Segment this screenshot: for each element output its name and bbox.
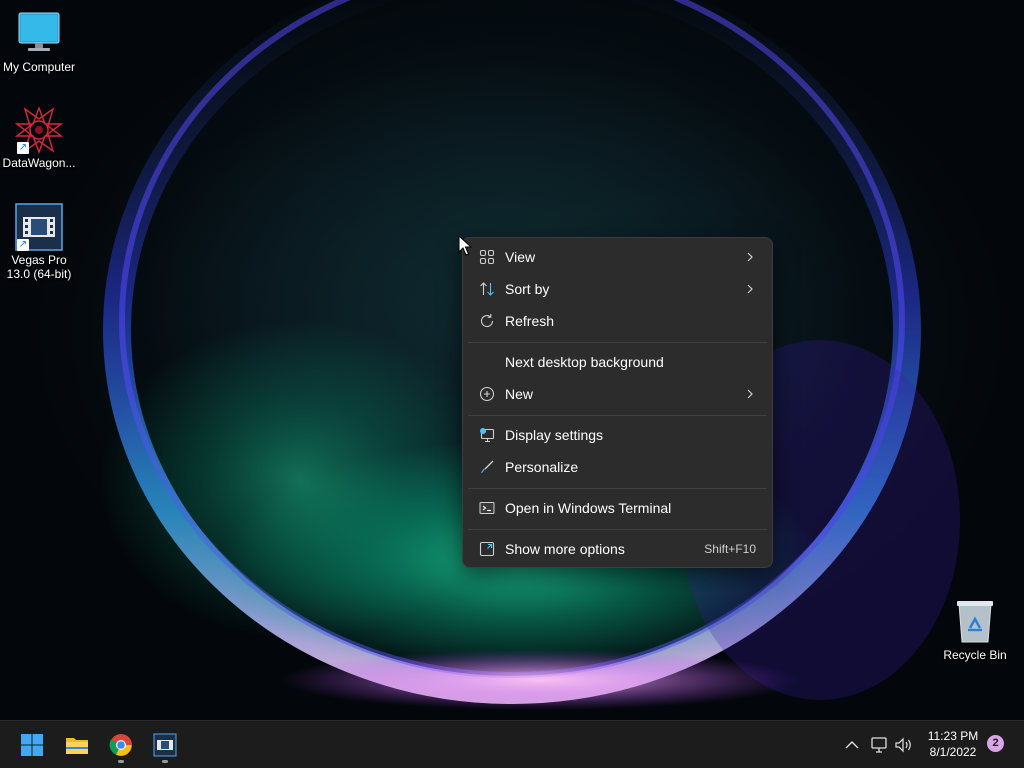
taskbar-start-button[interactable] (12, 725, 52, 765)
grid-view-icon (479, 249, 495, 265)
chrome-icon (109, 734, 132, 756)
menu-item-next-desktop-background[interactable]: Next desktop background (467, 347, 768, 377)
film-strip-icon: ↗ (15, 203, 63, 251)
network-icon[interactable] (869, 735, 889, 755)
mouse-cursor-icon (458, 235, 472, 256)
shortcut-arrow-icon: ↗ (17, 142, 29, 154)
recycle-bin-icon (951, 598, 999, 646)
desktop-icon-label: Recycle Bin (943, 648, 1007, 662)
chevron-right-icon (747, 389, 753, 399)
chevron-up-icon[interactable] (842, 735, 862, 755)
taskbar: 11:23 PM 8/1/2022 (0, 720, 1024, 768)
desktop-icon-label-line1: Vegas Pro (11, 253, 67, 267)
shortcut-arrow-icon: ↗ (17, 239, 29, 251)
sort-arrows-icon (480, 282, 494, 296)
desktop-icon-label-line2: 13.0 (64-bit) (6, 267, 72, 281)
chevron-right-icon (747, 284, 753, 294)
menu-item-refresh[interactable]: Refresh (467, 306, 768, 336)
menu-item-personalize[interactable]: Personalize (467, 452, 768, 482)
menu-separator (468, 529, 767, 530)
menu-item-label: Sort by (505, 281, 550, 297)
clock-time: 11:23 PM (927, 729, 979, 743)
menu-item-open-in-windows-terminal[interactable]: Open in Windows Terminal (467, 493, 768, 523)
taskbar-clock[interactable]: 11:23 PM 8/1/2022 (920, 728, 986, 760)
menu-item-display-settings[interactable]: Display settings (467, 420, 768, 450)
desktop-icon-label: DataWagon... (2, 156, 76, 170)
menu-separator (468, 488, 767, 489)
desktop-icon-datawagon[interactable]: ↗ DataWagon... (1, 106, 77, 170)
desktop-icon-my-computer[interactable]: My Computer (1, 10, 77, 74)
brush-icon (481, 460, 494, 473)
chevron-right-icon (747, 252, 753, 262)
menu-item-label: Show more options (505, 541, 625, 557)
plus-circle-icon (479, 386, 495, 402)
menu-item-label: Display settings (505, 427, 604, 443)
desktop-icon-recycle-bin[interactable]: Recycle Bin (937, 598, 1013, 662)
running-indicator (118, 760, 124, 763)
menu-item-label: Next desktop background (505, 354, 664, 370)
desktop-context-menu: View Sort by Refresh Next desktop backgr… (462, 237, 773, 568)
menu-separator (468, 415, 767, 416)
menu-separator (468, 342, 767, 343)
menu-item-label: View (505, 249, 536, 265)
taskbar-vegas-pro-button[interactable] (145, 725, 185, 765)
desktop-icon-vegas-pro[interactable]: ↗ Vegas Pro 13.0 (64-bit) (1, 203, 77, 281)
notification-badge[interactable]: 2 (987, 735, 1004, 752)
datawagon-logo-icon: ↗ (14, 106, 64, 154)
monitor-icon (15, 10, 63, 58)
volume-icon[interactable] (893, 735, 913, 755)
folder-icon (66, 738, 88, 754)
menu-item-view[interactable]: View (467, 242, 768, 272)
menu-item-shortcut: Shift+F10 (704, 542, 756, 556)
menu-item-new[interactable]: New (467, 379, 768, 409)
film-strip-icon (153, 733, 177, 757)
menu-item-label: Refresh (505, 313, 555, 329)
clock-date: 8/1/2022 (929, 745, 977, 759)
menu-item-sort-by[interactable]: Sort by (467, 274, 768, 304)
menu-item-label: New (505, 386, 534, 402)
refresh-icon (480, 314, 494, 328)
taskbar-file-explorer-button[interactable] (57, 725, 97, 765)
more-options-icon (479, 541, 495, 557)
windows-start-icon (21, 734, 43, 756)
display-settings-icon (480, 428, 495, 443)
terminal-icon (479, 502, 495, 514)
running-indicator (162, 760, 168, 763)
taskbar-chrome-button[interactable] (101, 725, 141, 765)
menu-item-label: Open in Windows Terminal (505, 500, 672, 516)
menu-item-label: Personalize (505, 459, 579, 475)
desktop-icon-label: My Computer (2, 60, 76, 74)
menu-item-show-more-options[interactable]: Show more options Shift+F10 (467, 534, 768, 564)
